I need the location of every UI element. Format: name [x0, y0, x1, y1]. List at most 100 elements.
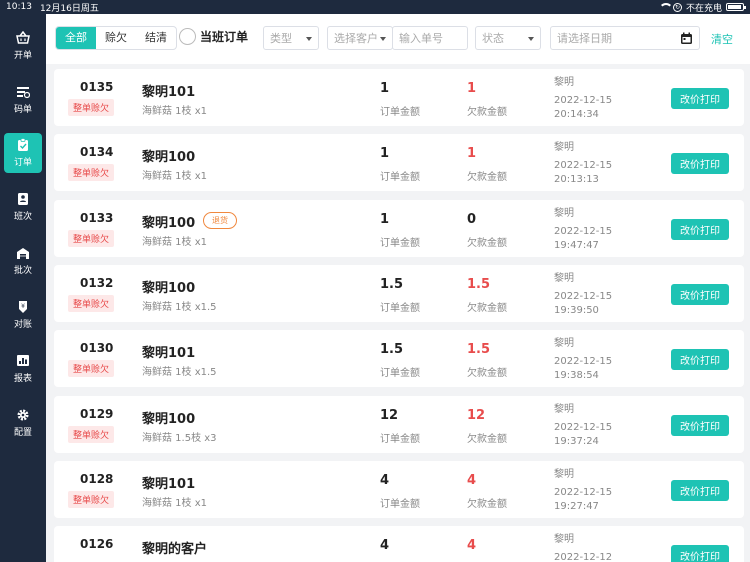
order-amount: 1	[380, 81, 390, 96]
operator-name: 黎明	[554, 338, 574, 350]
debt-amount-label: 欠款金额	[467, 368, 507, 380]
debt-amount-label: 欠款金额	[467, 172, 507, 184]
credit-badge: 整单赊欠	[68, 164, 115, 182]
order-card[interactable]: 0130 整单赊欠 黎明101 海鲜菇 1枝 x1.5 1.5 订单金额 1.5…	[54, 330, 744, 388]
sidebar-item-label: 报表	[13, 374, 32, 384]
order-number: 0126	[80, 537, 114, 552]
customer-select[interactable]: 选择客户	[327, 26, 393, 50]
item-description: 海鲜菇 1枝 x1	[142, 171, 207, 183]
order-number: 0135	[80, 80, 114, 94]
current-shift-toggle[interactable]: 当班订单	[179, 28, 248, 45]
order-number-input[interactable]: 输入单号	[392, 26, 468, 50]
sidebar-item-label: 开单	[13, 51, 32, 61]
report-icon	[17, 355, 29, 366]
order-date: 2022-12-15	[554, 356, 613, 368]
credit-badge: 整单赊欠	[68, 229, 115, 247]
order-number: 0129	[80, 406, 114, 421]
order-amount-label: 订单金额	[380, 433, 420, 445]
order-card[interactable]: 0129 整单赊欠 黎明100 海鲜菇 1.5枝 x3 12 订单金额 12 欠…	[54, 395, 744, 453]
sidebar-item-label: 配置	[13, 428, 32, 438]
debt-amount-label: 欠款金额	[467, 107, 507, 118]
order-amount: 1.5	[380, 342, 404, 358]
sidebar-item-batch[interactable]: 批次	[0, 241, 46, 281]
code-list-icon	[17, 87, 30, 99]
reprice-print-button[interactable]: 改价打印	[671, 545, 729, 562]
order-time: 19:39:50	[554, 304, 599, 316]
svg-text:¥: ¥	[21, 303, 25, 310]
sidebar-item-reconcile[interactable]: ¥ 对账	[0, 295, 46, 335]
debt-amount-label: 欠款金额	[467, 302, 507, 314]
reprice-print-button[interactable]: 改价打印	[671, 349, 729, 371]
item-description: 海鲜菇 1枝 x1	[142, 497, 207, 509]
filter-segment: 全部 赊欠 结清	[55, 26, 177, 50]
status-time: 10:13	[6, 2, 32, 12]
order-card[interactable]: 0134 整单赊欠 黎明100 海鲜菇 1枝 x1 1 订单金额 1 欠款金额 …	[54, 134, 744, 192]
reprice-print-button[interactable]: 改价打印	[671, 218, 729, 240]
order-amount: 4	[380, 472, 390, 488]
customer-name: 黎明100	[142, 150, 196, 166]
radio-circle[interactable]	[179, 28, 196, 45]
debt-amount: 1	[467, 81, 477, 96]
sidebar-item-new-order[interactable]: 开单	[0, 26, 46, 66]
battery-icon	[726, 3, 746, 11]
sidebar-item-orders[interactable]: 订单	[4, 133, 42, 173]
order-date: 2022-12-15	[554, 486, 613, 498]
sidebar-item-label: 对账	[13, 320, 32, 330]
credit-badge: 整单赊欠	[68, 425, 115, 443]
debt-amount: 0	[467, 211, 477, 227]
clear-filters-button[interactable]: 清空	[711, 31, 733, 47]
order-card[interactable]: 0135 整单赊欠 黎明101 海鲜菇 1枝 x1 1 订单金额 1 欠款金额 …	[54, 69, 744, 126]
order-time: 20:13:13	[554, 174, 599, 186]
filter-all-button[interactable]: 全部	[56, 27, 96, 49]
order-card[interactable]: 0128 整单赊欠 黎明101 海鲜菇 1枝 x1 4 订单金额 4 欠款金额 …	[54, 460, 744, 518]
order-date: 2022-12-15	[554, 421, 613, 433]
basket-icon	[16, 31, 30, 44]
order-number: 0133	[80, 210, 114, 225]
order-amount-label: 订单金额	[380, 237, 420, 249]
reprice-print-button[interactable]: 改价打印	[671, 283, 729, 305]
status-select-placeholder: 状态	[482, 32, 504, 45]
filter-credit-button[interactable]: 赊欠	[96, 27, 136, 49]
reconcile-icon: ¥	[19, 301, 27, 313]
credit-badge: 整单赊欠	[68, 99, 115, 116]
customer-name: 黎明101	[142, 346, 196, 362]
order-card[interactable]: 0126 黎明的客户 4 订单金额 4 欠款金额 黎明 2022-12-12 改…	[54, 526, 744, 562]
debt-amount: 4	[467, 472, 477, 488]
order-time: 19:27:47	[554, 500, 599, 512]
debt-amount-label: 欠款金额	[467, 237, 507, 249]
charging-status: 不在充电	[685, 3, 722, 14]
sidebar-item-settings[interactable]: 配置	[0, 403, 46, 443]
status-select[interactable]: 状态	[475, 26, 541, 50]
date-picker[interactable]: 请选择日期	[550, 26, 700, 50]
operator-name: 黎明	[554, 207, 574, 219]
filter-settled-button[interactable]: 结清	[136, 27, 176, 49]
item-description: 海鲜菇 1枝 x1.5	[142, 367, 217, 379]
reprice-print-button[interactable]: 改价打印	[671, 153, 729, 175]
order-amount-label: 订单金额	[380, 172, 420, 184]
order-amount-label: 订单金额	[380, 302, 420, 314]
order-card[interactable]: 0132 整单赊欠 黎明100 海鲜菇 1枝 x1.5 1.5 订单金额 1.5…	[54, 264, 744, 322]
shift-icon	[18, 193, 28, 205]
customer-name: 黎明101	[142, 476, 196, 492]
status-indicators: ↻ 不在充电	[658, 1, 746, 14]
reprice-print-button[interactable]: 改价打印	[671, 88, 729, 109]
order-number-placeholder: 输入单号	[399, 32, 443, 45]
gear-icon	[17, 409, 29, 421]
reprice-print-button[interactable]: 改价打印	[671, 479, 729, 501]
order-card[interactable]: 0133 整单赊欠 黎明100 退货 海鲜菇 1枝 x1 1 订单金额 0 欠款…	[54, 199, 744, 257]
sidebar-item-shift[interactable]: 班次	[0, 187, 46, 227]
item-description: 海鲜菇 1.5枝 x3	[142, 432, 217, 444]
warehouse-icon	[17, 248, 29, 259]
operator-name: 黎明	[554, 142, 574, 154]
current-shift-label: 当班订单	[200, 30, 249, 44]
type-select[interactable]: 类型	[263, 26, 319, 50]
order-amount-label: 订单金额	[380, 498, 420, 510]
sidebar-item-code-list[interactable]: 码单	[0, 80, 46, 120]
credit-badge: 整单赊欠	[68, 360, 115, 378]
order-date: 2022-12-12	[554, 552, 613, 562]
order-amount: 12	[380, 407, 399, 423]
sidebar-item-report[interactable]: 报表	[0, 349, 46, 389]
order-time: 19:37:24	[554, 435, 599, 447]
reprice-print-button[interactable]: 改价打印	[671, 414, 729, 436]
debt-amount-label: 欠款金额	[467, 498, 507, 510]
